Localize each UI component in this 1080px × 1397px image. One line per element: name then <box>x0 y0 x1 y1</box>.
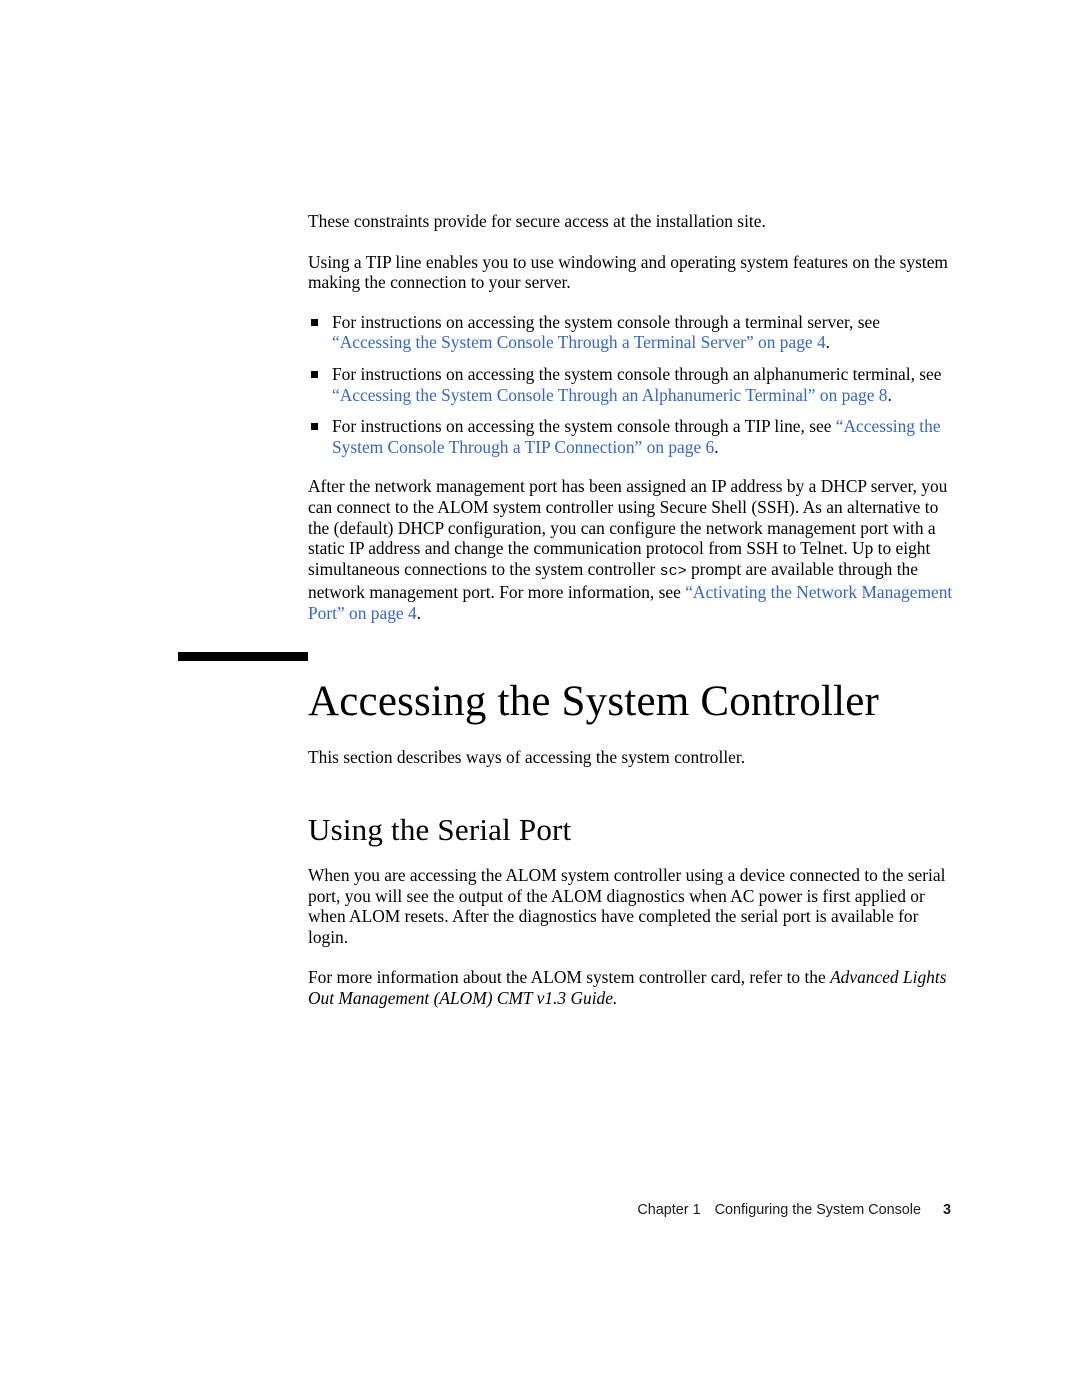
bullet-lead-text: For instructions on accessing the system… <box>332 311 880 332</box>
bullet-trailing-text: . <box>825 332 831 353</box>
page-footer: Chapter 1 Configuring the System Console 3 <box>0 1202 1080 1224</box>
list-item: For instructions on accessing the system… <box>308 364 962 405</box>
reference-paragraph: For more information about the ALOM syst… <box>308 967 962 1008</box>
list-item: For instructions on accessing the system… <box>308 312 962 353</box>
document-page: These constraints provide for secure acc… <box>0 0 1080 1397</box>
bullet-lead-text: For instructions on accessing the system… <box>332 416 836 437</box>
sc-prompt-code: sc> <box>659 562 687 580</box>
lower-content-block: When you are accessing the ALOM system c… <box>308 865 962 1009</box>
reference-lead-text: For more information about the ALOM syst… <box>308 967 831 988</box>
dhcp-text-part-3: . <box>416 602 422 623</box>
bullet-trailing-text: . <box>887 384 892 405</box>
list-item: For instructions on accessing the system… <box>308 416 962 457</box>
square-bullet-icon <box>311 370 318 378</box>
section-rule-bar <box>178 652 308 661</box>
footer-inner: Chapter 1 Configuring the System Console 3 <box>637 1202 951 1218</box>
intro-paragraph: These constraints provide for secure acc… <box>308 211 766 231</box>
cross-reference-link[interactable]: “Accessing the System Console Through a … <box>332 332 826 352</box>
instructions-bullet-list: For instructions on accessing the system… <box>308 312 962 458</box>
section-subheading: Using the Serial Port <box>308 812 572 847</box>
page-title: Accessing the System Controller <box>308 678 880 725</box>
section-intro-paragraph: This section describes ways of accessing… <box>308 747 746 767</box>
square-bullet-icon <box>311 318 318 326</box>
upper-content-block: These constraints provide for secure acc… <box>308 211 962 624</box>
dhcp-paragraph: After the network management port has be… <box>308 476 962 623</box>
footer-chapter-label: Chapter 1 <box>637 1202 701 1218</box>
reference-spacer <box>308 947 962 967</box>
bullet-lead-text: For instructions on accessing the system… <box>332 363 942 384</box>
bullet-trailing-text: . <box>714 436 719 457</box>
cross-reference-link[interactable]: “Accessing the System Console Through an… <box>332 385 887 405</box>
dhcp-spacer <box>308 457 962 476</box>
footer-page-number: 3 <box>942 1202 951 1218</box>
tip-line-paragraph: Using a TIP line enables you to use wind… <box>308 251 948 293</box>
square-bullet-icon <box>311 423 318 431</box>
serial-port-paragraph: When you are accessing the ALOM system c… <box>308 865 946 947</box>
footer-chapter-title: Configuring the System Console <box>714 1202 921 1218</box>
